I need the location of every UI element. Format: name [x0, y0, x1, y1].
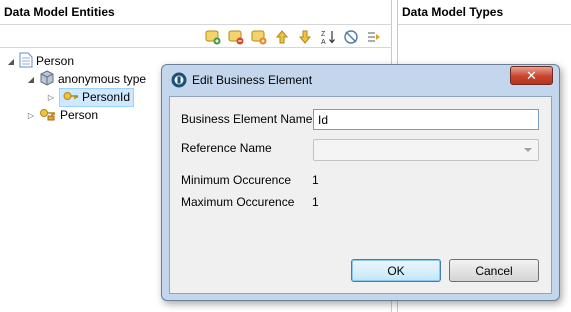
add-attribute-icon[interactable] — [227, 28, 245, 46]
minimum-occurence-label: Minimum Occurence — [181, 173, 292, 187]
panel-title: Data Model Entities — [4, 5, 115, 19]
reference-name-label: Reference Name — [181, 141, 272, 155]
divider — [0, 24, 392, 25]
cube-icon — [39, 69, 55, 89]
key-icon — [63, 89, 79, 106]
sort-az-icon[interactable]: ZA — [319, 28, 337, 46]
selected-item[interactable]: PersonId — [59, 87, 135, 107]
hide-icon[interactable] — [342, 28, 360, 46]
minimum-occurence-value: 1 — [312, 173, 319, 187]
svg-text:A: A — [321, 39, 326, 45]
maximum-occurence-label: Maximum Occurence — [181, 195, 295, 209]
collapsed-twisty-icon[interactable]: ▷ — [46, 92, 56, 102]
add-type-icon[interactable] — [250, 28, 268, 46]
tree-item-person-ref[interactable]: ▷ Person — [26, 106, 98, 124]
svg-text:Z: Z — [321, 31, 326, 38]
ok-button[interactable]: OK — [351, 259, 441, 282]
maximum-occurence-value: 1 — [312, 195, 319, 209]
move-up-icon[interactable] — [273, 28, 291, 46]
tree-item-label: Person — [36, 54, 75, 68]
tree-item-label: PersonId — [82, 90, 131, 104]
close-button[interactable]: ✕ — [510, 66, 553, 85]
divider — [398, 24, 571, 25]
app-logo-icon — [171, 72, 187, 91]
business-element-name-input[interactable] — [313, 109, 539, 130]
tree-item-person[interactable]: ◢ Person — [6, 52, 74, 70]
expanded-twisty-icon[interactable]: ◢ — [26, 74, 36, 84]
move-down-icon[interactable] — [296, 28, 314, 46]
divider — [0, 47, 392, 48]
add-element-icon[interactable] — [204, 28, 222, 46]
key-folder-icon — [39, 107, 57, 124]
collapsed-twisty-icon[interactable]: ▷ — [26, 110, 36, 120]
dialog-titlebar[interactable]: Edit Business Element ✕ — [162, 65, 559, 95]
expanded-twisty-icon[interactable]: ◢ — [6, 56, 16, 66]
reference-name-select[interactable] — [313, 139, 539, 161]
tree-item-label: anonymous type — [58, 72, 147, 86]
expand-icon[interactable] — [365, 28, 383, 46]
tree-item-anonymous-type[interactable]: ◢ anonymous type — [26, 69, 147, 89]
cancel-button[interactable]: Cancel — [449, 259, 539, 282]
app-root: Data Model Entities ZA ◢ Person ◢ anonym… — [0, 0, 571, 312]
business-element-name-label: Business Element Name — [181, 112, 313, 126]
chevron-down-icon — [524, 148, 532, 152]
dialog-title: Edit Business Element — [192, 73, 313, 87]
document-icon — [19, 52, 33, 71]
dialog-body: Business Element Name Reference Name Min… — [169, 96, 552, 294]
tree-item-label: Person — [60, 108, 99, 122]
entities-toolbar: ZA — [204, 26, 383, 48]
tree-item-personid[interactable]: ▷ PersonId — [46, 87, 135, 107]
panel-title: Data Model Types — [402, 5, 504, 19]
edit-business-element-dialog: Edit Business Element ✕ Business Element… — [161, 64, 560, 301]
